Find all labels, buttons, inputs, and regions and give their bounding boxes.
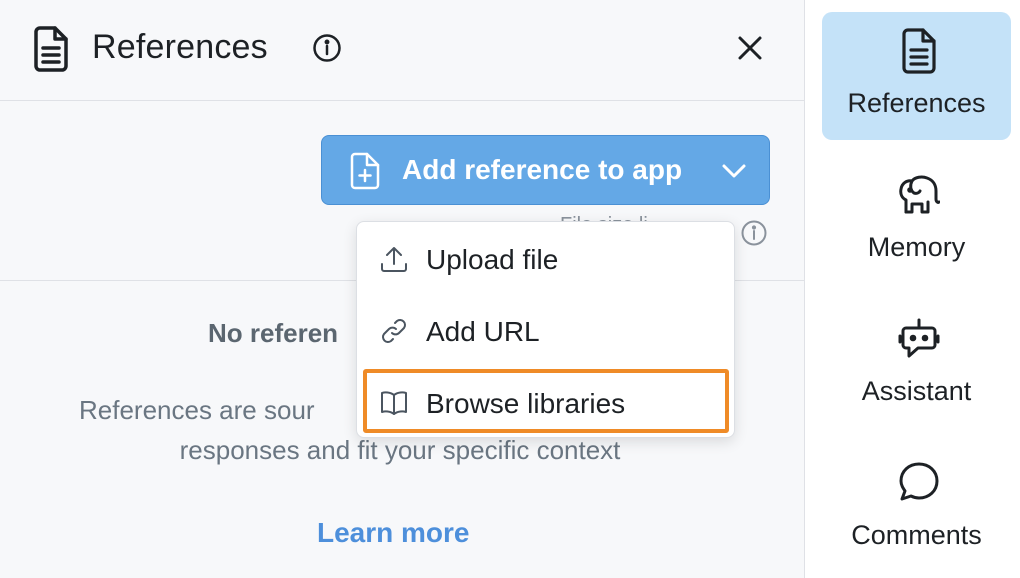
- sidebar-item-label: Comments: [851, 520, 982, 550]
- menu-item-label: Upload file: [426, 244, 559, 275]
- book-open-icon: [381, 391, 407, 415]
- elephant-icon: [899, 175, 940, 214]
- references-panel: References Add reference to app File siz…: [0, 0, 804, 578]
- upload-icon: [381, 247, 407, 272]
- close-icon[interactable]: [732, 30, 768, 66]
- chevron-down-icon: [722, 164, 746, 178]
- empty-state-title: No referen: [208, 318, 339, 348]
- panel-header: References: [0, 0, 804, 101]
- sidebar-item-label: References: [847, 88, 986, 118]
- sidebar-item-assistant[interactable]: Assistant: [822, 300, 1011, 428]
- sidebar-item-references[interactable]: References: [822, 12, 1011, 140]
- robot-icon: [898, 318, 940, 358]
- info-icon[interactable]: [740, 219, 768, 247]
- sidebar-item-comments[interactable]: Comments: [822, 444, 1011, 572]
- file-plus-icon: [350, 152, 380, 190]
- menu-item-upload-file[interactable]: Upload file: [357, 224, 734, 294]
- document-icon: [902, 28, 936, 74]
- menu-item-label: Add URL: [426, 316, 540, 347]
- chat-bubble-icon: [899, 462, 939, 501]
- page-title: References: [92, 28, 268, 66]
- sidebar-item-label: Memory: [867, 232, 966, 262]
- add-reference-label: Add reference to app: [402, 154, 683, 185]
- add-reference-button[interactable]: Add reference to app: [321, 135, 770, 205]
- sidebar-item-memory[interactable]: Memory: [822, 156, 1011, 284]
- add-reference-menu: Upload file Add URL Browse libraries: [356, 221, 735, 438]
- menu-item-add-url[interactable]: Add URL: [357, 296, 734, 366]
- menu-item-browse-libraries[interactable]: Browse libraries: [357, 368, 734, 438]
- info-icon[interactable]: [312, 33, 342, 63]
- learn-more-link[interactable]: Learn more: [317, 517, 470, 549]
- sidebar-item-label: Assistant: [861, 376, 972, 406]
- link-icon: [382, 319, 406, 343]
- right-sidebar: References Memory Assistant Comments: [804, 0, 1020, 578]
- menu-item-label: Browse libraries: [426, 388, 626, 419]
- document-icon: [34, 26, 68, 72]
